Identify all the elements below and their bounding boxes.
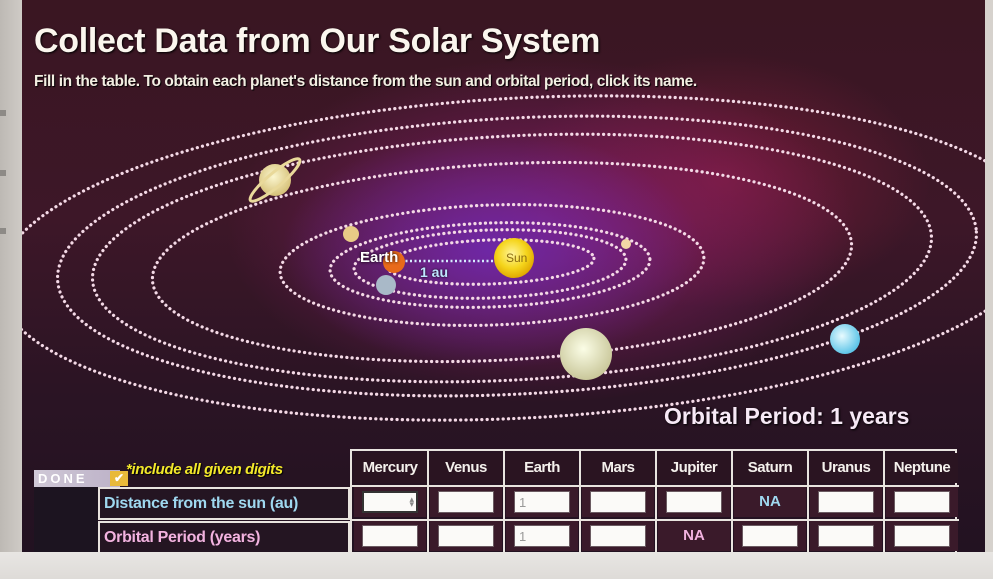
planet-header-saturn[interactable]: Saturn [734, 453, 806, 483]
period-cell-saturn [734, 521, 806, 551]
distance-input-earth[interactable] [514, 491, 570, 513]
distance-cell-jupiter [658, 487, 730, 517]
table-col-divider [883, 451, 885, 553]
planet-header-mercury[interactable]: Mercury [354, 453, 426, 483]
table-col-divider [655, 451, 657, 553]
column-venus: Venus [427, 451, 504, 553]
distance-cell-mars [582, 487, 654, 517]
planet-header-mars[interactable]: Mars [582, 453, 654, 483]
browser-left-edge [0, 0, 22, 579]
distance-cell-mercury: ▴ ▾ [354, 487, 426, 517]
planet-venus[interactable] [343, 226, 359, 242]
row-label-period: Orbital Period (years) [98, 521, 350, 553]
period-cell-uranus [810, 521, 882, 551]
table-col-divider [579, 451, 581, 553]
distance-input-neptune[interactable] [894, 491, 950, 513]
column-uranus: Uranus [807, 451, 884, 553]
column-jupiter: Jupiter NA [655, 451, 732, 553]
simulation-stage: Collect Data from Our Solar System Fill … [22, 0, 985, 553]
done-button[interactable]: DONE ✔ [34, 470, 128, 487]
period-input-mercury[interactable] [362, 525, 418, 547]
planet-mercury[interactable] [621, 239, 631, 249]
sun-label: Sun [506, 251, 528, 265]
period-cell-mars [582, 521, 654, 551]
distance-input-jupiter[interactable] [666, 491, 722, 513]
distance-cell-uranus [810, 487, 882, 517]
planet-uranus[interactable] [830, 324, 860, 354]
distance-cell-earth [506, 487, 578, 517]
orbit-mars [278, 202, 706, 328]
period-cell-venus [430, 521, 502, 551]
edge-tick [0, 170, 6, 176]
browser-right-edge [985, 0, 993, 579]
edge-tick [0, 228, 6, 234]
planet-header-earth[interactable]: Earth [506, 453, 578, 483]
distance-cell-saturn: NA [734, 487, 806, 517]
distance-scale-label: 1 au [420, 264, 449, 280]
table-col-divider [503, 451, 505, 553]
digits-note: *include all given digits [126, 461, 283, 478]
column-neptune: Neptune [883, 451, 960, 553]
planet-jupiter[interactable] [560, 328, 612, 380]
period-cell-mercury [354, 521, 426, 551]
planet-header-jupiter[interactable]: Jupiter [658, 453, 730, 483]
page-bottom-area [0, 552, 993, 579]
period-cell-jupiter: NA [658, 521, 730, 551]
period-input-neptune[interactable] [894, 525, 950, 547]
planet-header-venus[interactable]: Venus [430, 453, 502, 483]
spinner-icon[interactable]: ▴ ▾ [409, 495, 414, 509]
distance-input-mars[interactable] [590, 491, 646, 513]
done-label: DONE [38, 471, 88, 486]
period-input-mars[interactable] [590, 525, 646, 547]
table-col-divider [731, 451, 733, 553]
period-cell-earth [506, 521, 578, 551]
planet-header-neptune[interactable]: Neptune [886, 453, 958, 483]
column-mercury: Mercury ▴ ▾ [352, 451, 428, 553]
earth-label: Earth [360, 249, 399, 266]
orbital-period-readout: Orbital Period: 1 years [664, 403, 910, 429]
table-left-block [34, 487, 98, 553]
period-input-saturn[interactable] [742, 525, 798, 547]
period-input-uranus[interactable] [818, 525, 874, 547]
distance-cell-neptune [886, 487, 958, 517]
column-mars: Mars [579, 451, 656, 553]
distance-input-venus[interactable] [438, 491, 494, 513]
planet-header-uranus[interactable]: Uranus [810, 453, 882, 483]
column-saturn: Saturn NA [731, 451, 808, 553]
period-input-venus[interactable] [438, 525, 494, 547]
distance-cell-venus [430, 487, 502, 517]
row-label-distance: Distance from the sun (au) [98, 487, 350, 520]
period-na-jupiter: NA [683, 527, 705, 544]
planet-mars[interactable] [376, 275, 396, 295]
table-col-divider [427, 451, 429, 553]
period-cell-neptune [886, 521, 958, 551]
column-earth: Earth [503, 451, 580, 553]
distance-input-uranus[interactable] [818, 491, 874, 513]
period-input-earth[interactable] [514, 525, 570, 547]
edge-tick [0, 110, 6, 116]
table-col-divider [807, 451, 809, 553]
distance-na-saturn: NA [759, 493, 781, 510]
orbit-mercury [384, 238, 596, 286]
data-table: Mercury ▴▾ VenusEarthMarsJupiter NA Saturn NA… [350, 449, 960, 553]
